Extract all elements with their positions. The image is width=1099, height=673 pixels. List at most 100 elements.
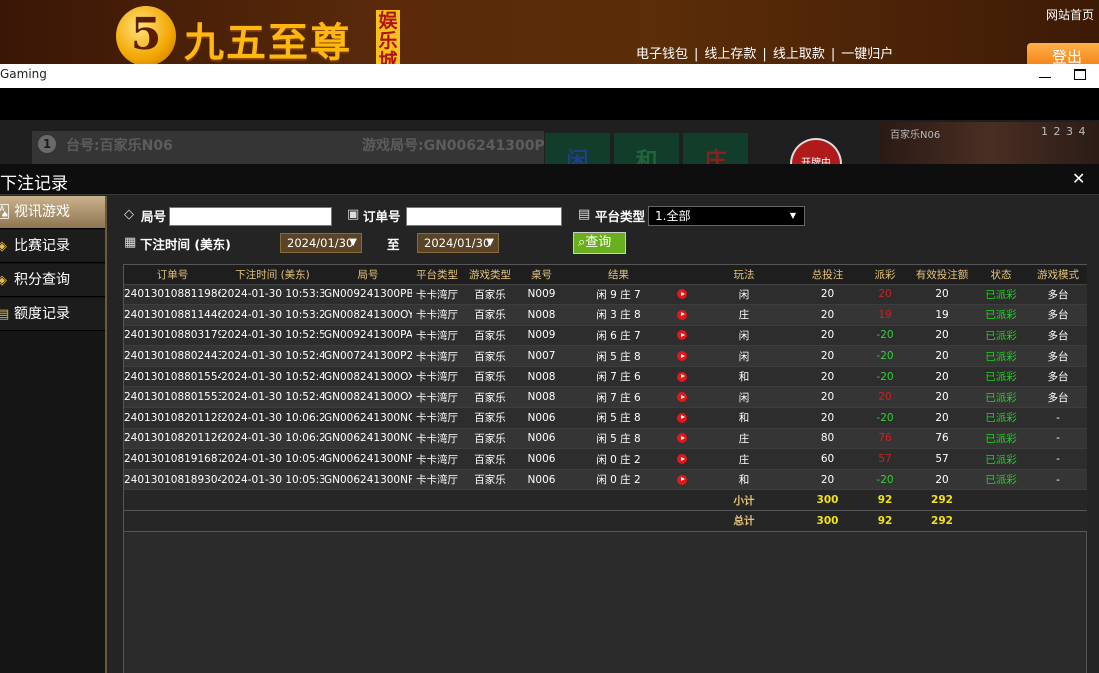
table-cell: 20 bbox=[796, 345, 859, 367]
summary-cell bbox=[565, 489, 672, 512]
table-cell: 百家乐 bbox=[462, 284, 518, 306]
table-cell: 百家乐 bbox=[462, 366, 518, 388]
play-replay-cell bbox=[672, 345, 692, 367]
table-cell: 百家乐 bbox=[462, 469, 518, 491]
table-cell: GN008241300OY bbox=[324, 304, 412, 326]
table-cell: 240130108802443 bbox=[124, 345, 221, 367]
round-label: 局号 bbox=[141, 209, 167, 224]
table-cell: 20 bbox=[911, 366, 973, 388]
query-button[interactable]: ⌕查询 bbox=[573, 232, 626, 254]
play-icon[interactable] bbox=[677, 433, 687, 444]
table-cell: 闲 bbox=[692, 325, 796, 347]
table-row[interactable]: 240130108189304 2024-01-30 10:05:33 GN0062… bbox=[124, 469, 1087, 491]
table-cell: 已派彩 bbox=[973, 345, 1029, 367]
round-input[interactable] bbox=[169, 207, 332, 226]
play-replay-cell bbox=[672, 428, 692, 450]
chevron-down-icon: ▼ bbox=[789, 211, 796, 220]
summary-cell bbox=[124, 489, 221, 512]
date-from-value: 2024/01/30 bbox=[287, 236, 354, 250]
order-input[interactable] bbox=[406, 207, 562, 226]
table-row[interactable]: 240130108811446 2024-01-30 10:53:29 GN0082… bbox=[124, 304, 1087, 326]
platform-label: 平台类型 bbox=[595, 209, 646, 224]
table-cell: 卡卡湾厅 bbox=[412, 448, 462, 470]
table-cell: 19 bbox=[859, 304, 911, 326]
platform-select[interactable]: 1.全部 ▼ bbox=[648, 206, 805, 226]
table-cell: GN006241300NF bbox=[324, 448, 412, 470]
nav-deposit-link[interactable]: 线上存款 bbox=[704, 43, 756, 62]
play-icon[interactable] bbox=[677, 371, 687, 382]
table-row[interactable]: 240130108191687 2024-01-30 10:05:40 GN0062… bbox=[124, 448, 1087, 470]
table-cell: 卡卡湾厅 bbox=[412, 325, 462, 347]
play-icon[interactable] bbox=[677, 454, 687, 465]
table-row[interactable]: 240130108801553 2024-01-30 10:52:42 GN0082… bbox=[124, 386, 1087, 409]
sidebar-item-credit-records[interactable]: ▤ 额度记录 bbox=[0, 298, 105, 331]
nav-wallet-link[interactable]: 电子钱包 bbox=[636, 43, 688, 62]
table-cell: 57 bbox=[859, 448, 911, 470]
table-cell: 20 bbox=[859, 284, 911, 306]
play-icon[interactable] bbox=[677, 392, 687, 403]
column-header: 派彩 bbox=[859, 265, 911, 285]
total-row: 总计 300 92 292 bbox=[124, 510, 1087, 532]
table-cell: 20 bbox=[796, 325, 859, 347]
table-cell: 多台 bbox=[1029, 304, 1087, 326]
site-header: 5 九五至尊 娱乐城 电子钱包 | 线上存款 | 线上取款 | 一键归户 网站首页 登出 bbox=[0, 0, 1099, 64]
table-cell: 闲 6 庄 7 bbox=[565, 325, 672, 347]
table-cell: N008 bbox=[518, 304, 565, 326]
logo-digit: 5 bbox=[116, 6, 176, 64]
table-cell: 多台 bbox=[1029, 366, 1087, 388]
nav-separator: | bbox=[762, 47, 767, 62]
site-home-link[interactable]: 网站首页 bbox=[1046, 6, 1094, 23]
table-cell: GN008241300OX bbox=[324, 386, 412, 409]
minimize-icon[interactable] bbox=[1038, 67, 1052, 83]
table-row[interactable]: 240130108803179 2024-01-30 10:52:52 GN0092… bbox=[124, 325, 1087, 347]
summary-cell bbox=[565, 510, 672, 532]
play-icon[interactable] bbox=[677, 412, 687, 423]
column-header: 游戏类型 bbox=[462, 265, 518, 285]
records-table-container: 订单号 下注时间 (美东) 局号 平台类型 游戏类型 桌号 结果 玩法 总投注 派彩 有效投注额 状态… bbox=[123, 264, 1087, 673]
table-cell: 57 bbox=[911, 448, 973, 470]
nav-consolidate-link[interactable]: 一键归户 bbox=[841, 43, 893, 62]
summary-cell bbox=[221, 510, 324, 532]
table-cell: 卡卡湾厅 bbox=[412, 366, 462, 388]
table-row[interactable]: 240130108802443 2024-01-30 10:52:47 GN0072… bbox=[124, 345, 1087, 367]
date-to-value: 2024/01/30 bbox=[424, 236, 491, 250]
sidebar-item-live-games[interactable]: 🂡 视讯游戏 bbox=[0, 196, 105, 229]
close-icon[interactable]: ✕ bbox=[1072, 170, 1085, 188]
maximize-icon[interactable] bbox=[1074, 69, 1086, 80]
play-icon[interactable] bbox=[677, 309, 687, 320]
play-icon[interactable] bbox=[677, 474, 687, 485]
table-cell: 76 bbox=[911, 428, 973, 450]
play-icon[interactable] bbox=[677, 330, 687, 341]
logout-button[interactable]: 登出 bbox=[1027, 43, 1099, 64]
doc-icon: ▤ bbox=[0, 307, 10, 322]
table-cell: 已派彩 bbox=[973, 284, 1029, 306]
table-cell: 240130108189304 bbox=[124, 469, 221, 491]
table-cell: 百家乐 bbox=[462, 448, 518, 470]
sidebar-item-label: 视讯游戏 bbox=[14, 204, 70, 220]
table-row[interactable]: 240130108801554 2024-01-30 10:52:42 GN0082… bbox=[124, 366, 1087, 388]
play-icon[interactable] bbox=[677, 351, 687, 362]
summary-cell bbox=[672, 489, 692, 512]
summary-cell bbox=[462, 510, 518, 532]
table-row[interactable]: 240130108811986 2024-01-30 10:53:33 GN0092… bbox=[124, 284, 1087, 306]
table-cell: - bbox=[1029, 407, 1087, 429]
table-row[interactable]: 240130108201128 2024-01-30 10:06:22 GN0062… bbox=[124, 407, 1087, 429]
table-cell: 2024-01-30 10:52:52 bbox=[221, 325, 324, 347]
nav-withdraw-link[interactable]: 线上取款 bbox=[773, 43, 825, 62]
table-cell: 20 bbox=[911, 284, 973, 306]
play-icon[interactable] bbox=[677, 289, 687, 300]
table-cell: N006 bbox=[518, 469, 565, 491]
table-cell: GN006241300NF bbox=[324, 469, 412, 491]
nav-separator: | bbox=[694, 47, 699, 62]
summary-cell: 300 bbox=[796, 510, 859, 532]
table-cell: 20 bbox=[911, 345, 973, 367]
sidebar-item-match-records[interactable]: ◈ 比赛记录 bbox=[0, 230, 105, 263]
summary-cell bbox=[518, 510, 565, 532]
table-cell: 20 bbox=[796, 469, 859, 491]
table-row[interactable]: 240130108201126 2024-01-30 10:06:22 GN0062… bbox=[124, 428, 1087, 450]
date-from-picker[interactable]: 2024/01/30 ▼ bbox=[280, 233, 362, 253]
date-to-picker[interactable]: 2024/01/30 ▼ bbox=[417, 233, 499, 253]
sidebar-item-points-query[interactable]: ◈ 积分查询 bbox=[0, 264, 105, 297]
play-replay-cell bbox=[672, 407, 692, 429]
subtotal-row: 小计 300 92 292 bbox=[124, 489, 1087, 512]
